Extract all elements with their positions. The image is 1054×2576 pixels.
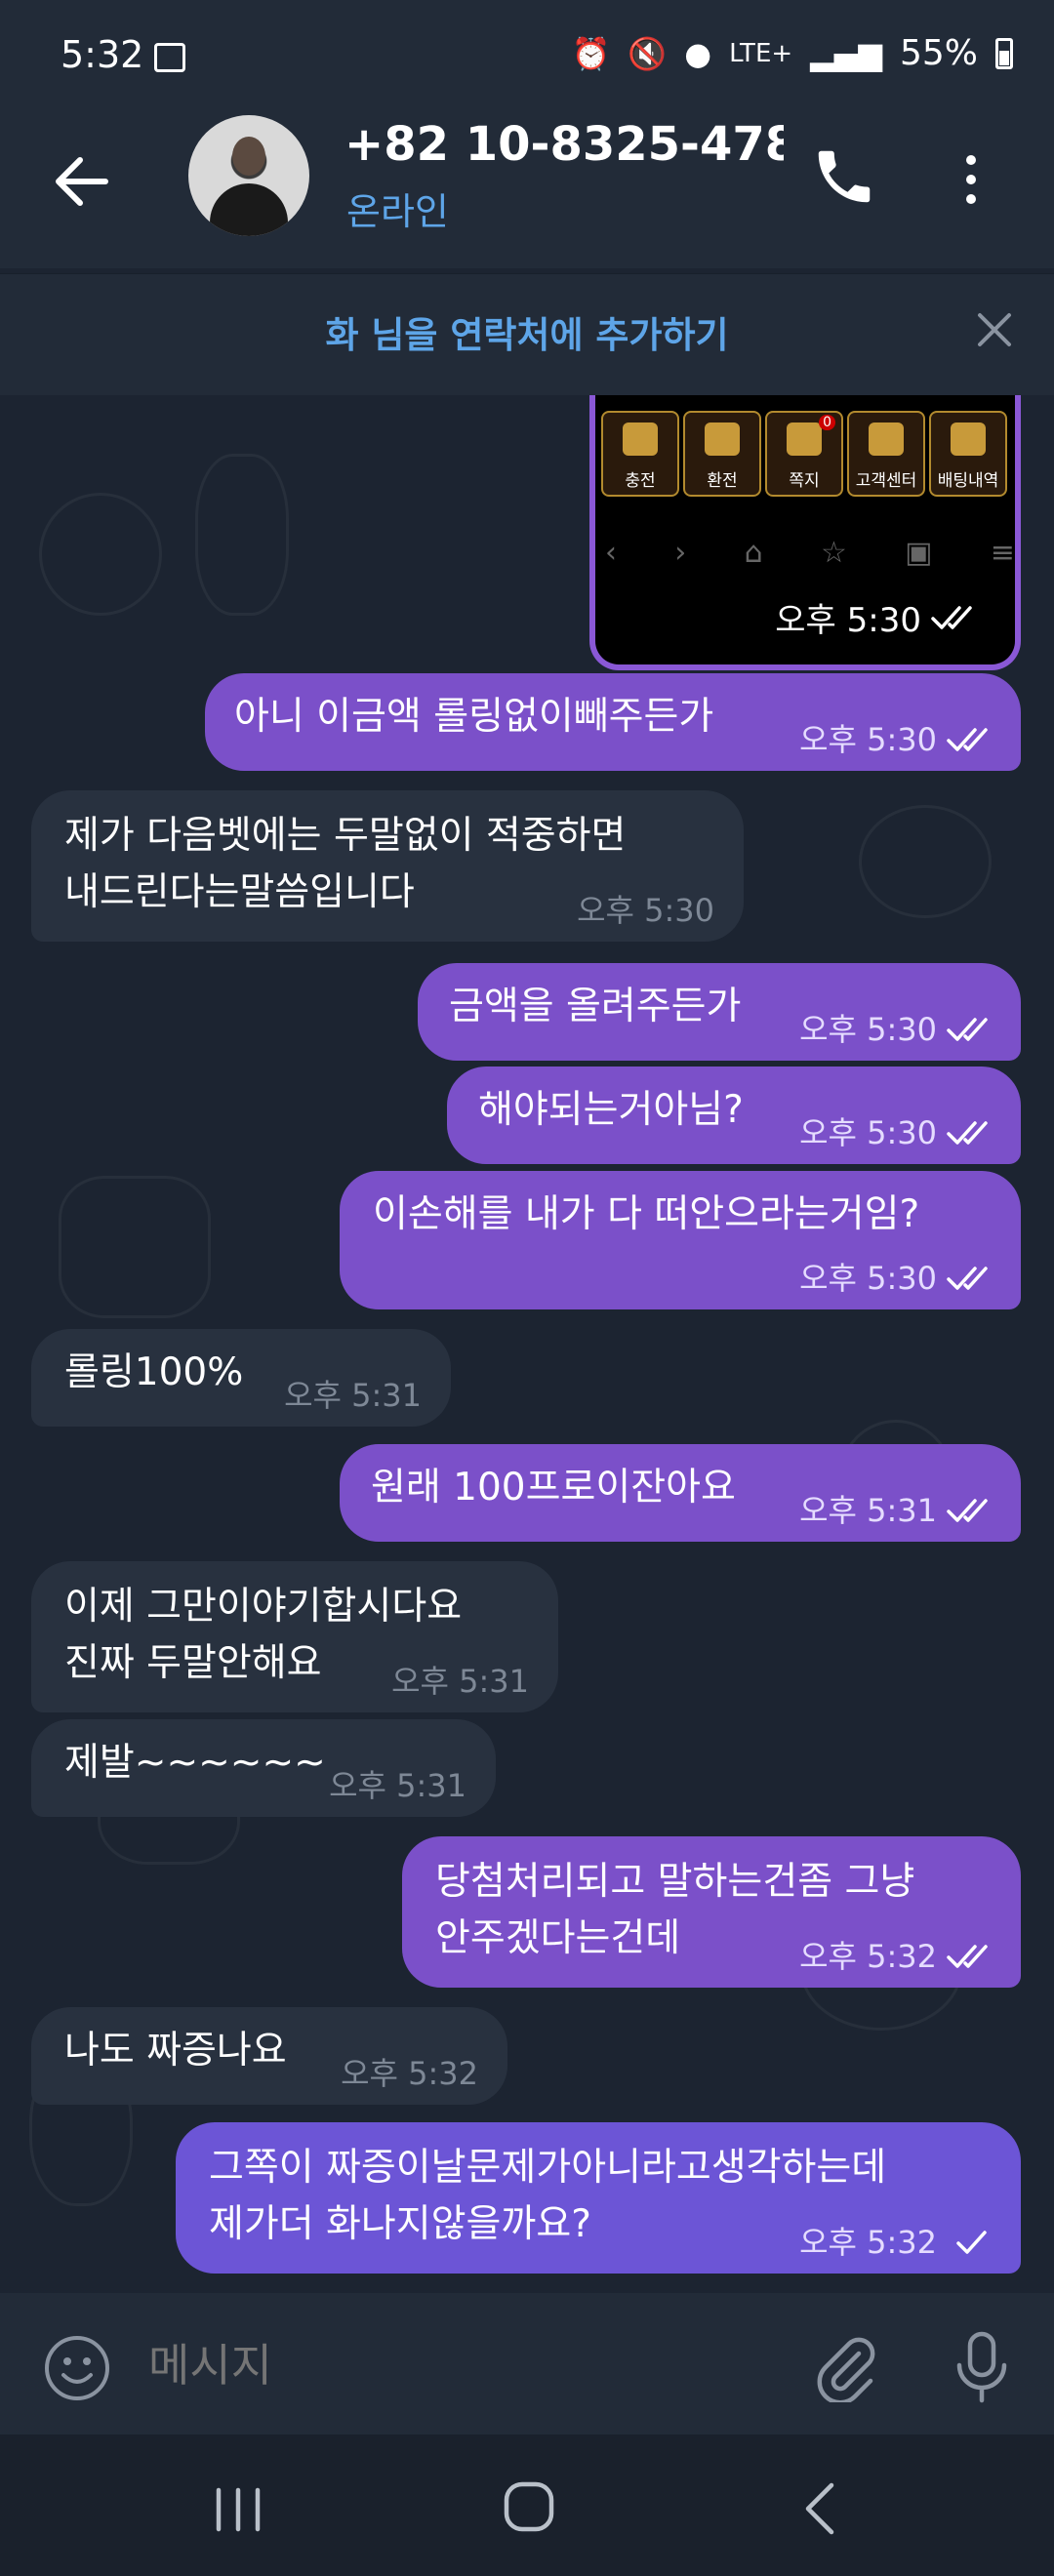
screenshot-message-icon: 0 쪽지 — [765, 411, 843, 497]
message-meta: 오후 5:30 — [799, 1261, 995, 1296]
back-arrow-icon[interactable] — [51, 150, 113, 213]
message-list[interactable]: 충전 환전 0 쪽지 고객센터 배팅내역 ‹ › ⌂ ☆ ▣ ≡ 오후 5:30 아니 이금… — [0, 395, 1054, 2293]
message-meta: 오후 5:30 — [799, 722, 995, 757]
message-time: 오후 5:30 — [775, 601, 921, 640]
double-check-icon — [947, 728, 988, 751]
microphone-icon[interactable] — [952, 2330, 1012, 2406]
message-time: 오후 5:31 — [391, 1663, 529, 1700]
screenshot-charge-icon: 충전 — [601, 411, 679, 497]
message-time: 오후 5:32 — [341, 2055, 478, 2092]
double-check-icon — [947, 1121, 988, 1145]
message-time: 오후 5:32 — [799, 2224, 937, 2261]
message-time: 오후 5:30 — [577, 892, 714, 929]
double-check-icon — [947, 1499, 988, 1522]
message-bubble-outgoing[interactable]: 해야되는거아님? 오후 5:30 — [447, 1067, 1021, 1164]
message-composer — [0, 2293, 1054, 2435]
message-meta: 오후 5:32 — [799, 2225, 995, 2260]
message-meta: 오후 5:32 — [341, 2056, 478, 2091]
message-text: 그쪽이 짜증이날문제가아니라고생각하는데 — [209, 2146, 887, 2190]
signal-icon: ▂▄▆ — [810, 34, 882, 72]
back-icon[interactable] — [800, 2481, 839, 2536]
add-contact-banner: 화 님을 연락처에 추가하기 — [0, 273, 1054, 396]
message-bubble-incoming[interactable]: 나도 짜증나요 오후 5:32 — [31, 2007, 507, 2105]
gallery-notification-icon — [154, 43, 185, 72]
status-bar: 5:32 ⏰ 🔇 ● LTE+ ▂▄▆ 55% — [0, 0, 1054, 107]
double-check-icon — [947, 1945, 988, 1968]
screenshot-history-icon: 배팅내역 — [929, 411, 1007, 497]
screenshot-nav-row: ‹ › ⌂ ☆ ▣ ≡ — [605, 536, 1015, 570]
message-time: 오후 5:31 — [329, 1767, 466, 1804]
message-bubble-incoming[interactable]: 이제 그만이야기합시다요 진짜 두말안해요 오후 5:31 — [31, 1561, 558, 1712]
status-icons: ⏰ 🔇 ● LTE+ ▂▄▆ 55% — [572, 33, 1013, 73]
chat-header: +82 10-8325-4785 온라인 — [0, 107, 1054, 268]
location-icon: ● — [684, 34, 712, 72]
battery-percent: 55% — [899, 33, 978, 73]
double-check-icon — [947, 1018, 988, 1041]
home-icon[interactable] — [502, 2479, 556, 2534]
emoji-icon[interactable] — [43, 2334, 111, 2402]
mute-icon: 🔇 — [628, 34, 668, 72]
message-meta: 오후 5:30 — [799, 1115, 995, 1150]
contact-status: 온라인 — [346, 190, 449, 233]
message-text: 당첨처리되고 말하는건좀 그냥 — [435, 1860, 915, 1904]
message-meta: 오후 5:30 — [775, 593, 980, 641]
system-nav-bar — [0, 2435, 1054, 2576]
message-bubble-incoming[interactable]: 롤링100% 오후 5:31 — [31, 1329, 451, 1427]
message-time: 오후 5:31 — [799, 1492, 937, 1529]
alarm-icon: ⏰ — [571, 34, 611, 72]
message-bubble-outgoing[interactable]: 그쪽이 짜증이날문제가아니라고생각하는데 제가더 화나지않을까요? 오후 5:3… — [176, 2122, 1021, 2274]
message-time: 오후 5:30 — [799, 721, 937, 758]
message-bubble-incoming[interactable]: 제가 다음벳에는 두말없이 적중하면 내드린다는말씀입니다 오후 5:30 — [31, 790, 744, 942]
image-message[interactable]: 충전 환전 0 쪽지 고객센터 배팅내역 ‹ › ⌂ ☆ ▣ ≡ 오후 5:30 — [589, 395, 1021, 670]
battery-icon — [995, 37, 1013, 69]
message-bubble-outgoing[interactable]: 아니 이금액 롤링없이빼주든가 오후 5:30 — [205, 673, 1021, 771]
status-time: 5:32 — [61, 33, 144, 76]
double-check-icon — [947, 1267, 988, 1290]
message-bubble-outgoing[interactable]: 금액을 올려주든가 오후 5:30 — [418, 963, 1021, 1061]
close-icon[interactable] — [972, 307, 1017, 352]
phone-call-icon[interactable] — [810, 142, 878, 211]
screenshot-exchange-icon: 환전 — [683, 411, 761, 497]
add-contact-link[interactable]: 화 님을 연락처에 추가하기 — [0, 305, 1054, 358]
message-bubble-outgoing[interactable]: 이손해를 내가 다 떠안으라는거임? 오후 5:30 — [340, 1171, 1021, 1309]
network-type: LTE+ — [729, 38, 793, 68]
screenshot-icon-row: 충전 환전 0 쪽지 고객센터 배팅내역 — [601, 411, 1007, 497]
message-meta: 오후 5:32 — [799, 1939, 995, 1974]
message-time: 오후 5:32 — [799, 1938, 937, 1975]
message-input[interactable] — [146, 2338, 709, 2393]
contact-name[interactable]: +82 10-8325-4785 — [345, 117, 784, 172]
attachment-icon[interactable] — [810, 2332, 880, 2402]
screenshot-support-icon: 고객센터 — [847, 411, 925, 497]
message-meta: 오후 5:30 — [799, 1012, 995, 1047]
more-options-icon[interactable] — [956, 150, 986, 209]
message-meta: 오후 5:31 — [329, 1768, 466, 1803]
message-time: 오후 5:30 — [799, 1011, 937, 1048]
message-text: 이손해를 내가 다 떠안으라는거임? — [373, 1192, 920, 1236]
message-meta: 오후 5:31 — [391, 1664, 529, 1699]
message-time: 오후 5:31 — [284, 1377, 422, 1414]
message-meta: 오후 5:31 — [284, 1378, 422, 1413]
single-check-icon — [956, 2231, 987, 2254]
message-meta: 오후 5:31 — [799, 1493, 995, 1528]
message-bubble-outgoing[interactable]: 원래 100프로이잔아요 오후 5:31 — [340, 1444, 1021, 1542]
message-bubble-incoming[interactable]: 제발~~~~~~ 오후 5:31 — [31, 1719, 496, 1817]
message-time: 오후 5:30 — [799, 1260, 937, 1297]
double-check-icon — [931, 605, 972, 629]
message-time: 오후 5:30 — [799, 1114, 937, 1151]
message-meta: 오후 5:30 — [577, 893, 714, 928]
message-bubble-outgoing[interactable]: 당첨처리되고 말하는건좀 그냥 안주겠다는건데 오후 5:32 — [402, 1836, 1021, 1988]
message-text: 이제 그만이야기합시다요 — [64, 1585, 463, 1629]
message-text: 제가 다음벳에는 두말없이 적중하면 — [64, 814, 627, 858]
contact-avatar[interactable] — [188, 115, 309, 236]
recent-apps-icon[interactable] — [209, 2485, 267, 2534]
